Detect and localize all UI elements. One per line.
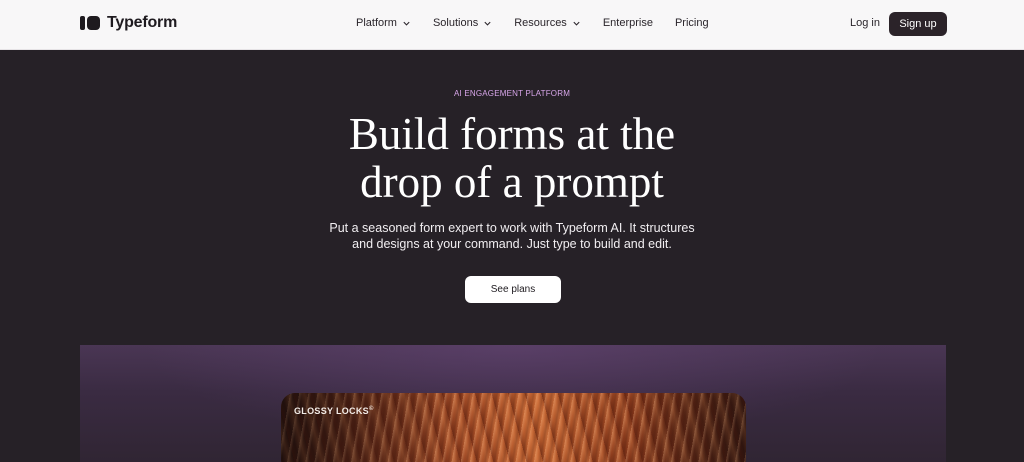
chevron-down-icon	[573, 21, 580, 26]
nav-item-label: Enterprise	[602, 17, 653, 29]
hero-headline-line2: drop of a prompt	[360, 157, 664, 207]
hero-media-panel: GLOSSY LOCKS©	[80, 345, 946, 462]
nav-item-label: Solutions	[432, 17, 479, 29]
hero-headline: Build forms at the drop of a prompt	[212, 110, 812, 206]
nav-item-enterprise[interactable]: Enterprise	[603, 17, 653, 29]
media-card-label: GLOSSY LOCKS©	[294, 406, 374, 416]
typeform-logo-icon	[80, 16, 100, 30]
chevron-down-icon	[403, 21, 410, 26]
signup-button[interactable]: Sign up	[889, 12, 947, 36]
media-card-label-mark: ©	[368, 406, 374, 412]
see-plans-button[interactable]: See plans	[465, 276, 561, 303]
media-card-label-text: GLOSSY LOCKS	[294, 406, 369, 416]
nav-item-label: Platform	[356, 17, 397, 29]
hero-eyebrow: AI ENGAGEMENT PLATFORM	[453, 89, 571, 98]
media-card-shade	[281, 393, 746, 462]
chevron-down-icon	[484, 21, 491, 26]
hero-subtext-line1: Put a seasoned form expert to work with …	[329, 221, 695, 235]
hero-subtext: Put a seasoned form expert to work with …	[312, 220, 712, 252]
hero-subtext-line2: and designs at your command. Just type t…	[352, 237, 672, 251]
nav-item-pricing[interactable]: Pricing	[675, 17, 709, 29]
site-header: Typeform Platform Solutions Resources En…	[0, 0, 1024, 50]
logo-text: Typeform	[107, 14, 178, 31]
typeform-logo[interactable]: Typeform	[80, 14, 177, 32]
nav-item-label: Resources	[514, 17, 567, 29]
login-link[interactable]: Log in	[850, 17, 880, 29]
main-nav: Platform Solutions Resources Enterprise …	[356, 17, 731, 29]
nav-item-label: Pricing	[674, 17, 709, 29]
hero-headline-line1: Build forms at the	[348, 109, 676, 159]
nav-item-platform[interactable]: Platform	[356, 17, 411, 29]
nav-item-resources[interactable]: Resources	[514, 17, 581, 29]
hero-media-card: GLOSSY LOCKS©	[281, 393, 746, 462]
nav-item-solutions[interactable]: Solutions	[433, 17, 492, 29]
